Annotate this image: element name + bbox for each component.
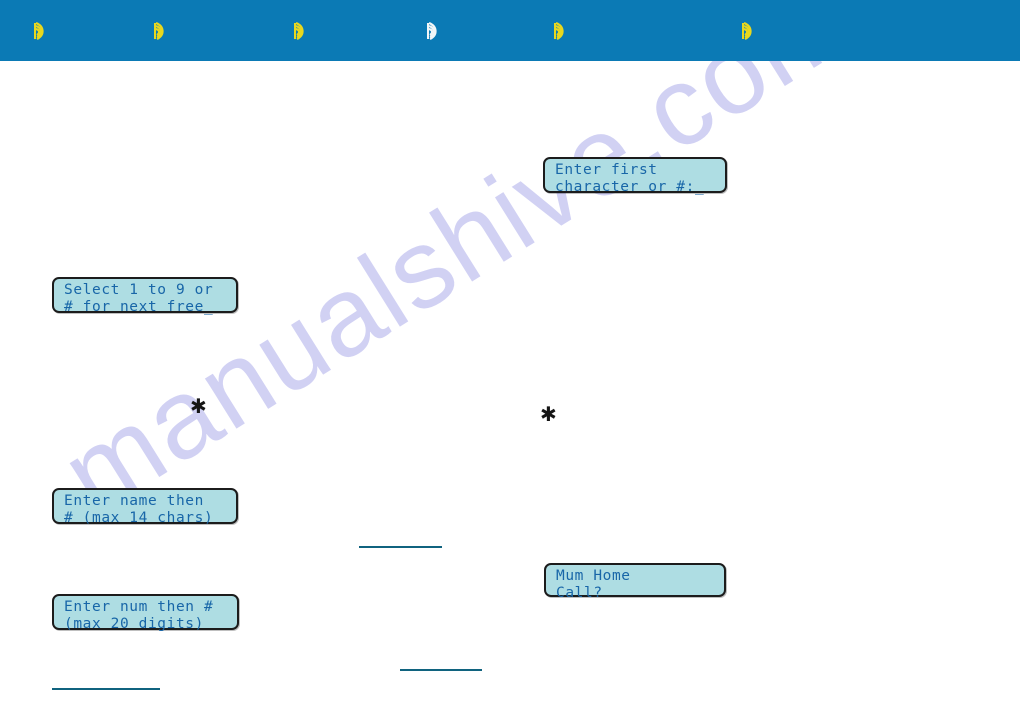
asterisk-key-icon-right: ✱ [540, 402, 557, 426]
signal-wave-icon-2 [151, 20, 173, 42]
lcd-line-2: character or #:_ [555, 179, 705, 195]
lcd-line-1: Select 1 to 9 or [64, 282, 214, 298]
signal-wave-icon-6 [739, 20, 761, 42]
lcd-line-1: Enter num then # [64, 599, 214, 615]
signal-wave-icon-4 [424, 20, 446, 42]
blue-rule-middle [359, 546, 442, 548]
lcd-line-1: Mum Home [556, 568, 631, 584]
asterisk-key-icon-left: ✱ [190, 394, 207, 418]
lcd-display-enter-number: Enter num then # (max 20 digits) [52, 594, 239, 632]
lcd-display-mum-home-call: Mum Home Call? [544, 563, 726, 601]
lcd-line-2: (max 20 digits) [64, 616, 204, 632]
lcd-display-enter-name: Enter name then # (max 14 chars) [52, 488, 238, 526]
lcd-display-select-entry: Select 1 to 9 or # for next free_ [52, 277, 238, 315]
signal-wave-icon-5 [551, 20, 573, 42]
lcd-line-2: Call? [556, 585, 603, 601]
lcd-display-enter-first-character: Enter first character or #:_ [543, 157, 727, 195]
header-bar [0, 0, 1020, 61]
watermark-text: manualshive.com [41, 0, 872, 538]
lcd-line-2: # for next free_ [64, 299, 214, 315]
lcd-line-2: # (max 14 chars) [64, 510, 214, 526]
blue-rule-bottom [52, 688, 160, 690]
page-root: manualshive.com Select 1 to 9 or # for n… [0, 0, 1020, 723]
blue-rule-lower [400, 669, 482, 671]
lcd-line-1: Enter name then [64, 493, 204, 509]
lcd-line-1: Enter first [555, 162, 658, 178]
signal-wave-icon-3 [291, 20, 313, 42]
signal-wave-icon-1 [31, 20, 53, 42]
